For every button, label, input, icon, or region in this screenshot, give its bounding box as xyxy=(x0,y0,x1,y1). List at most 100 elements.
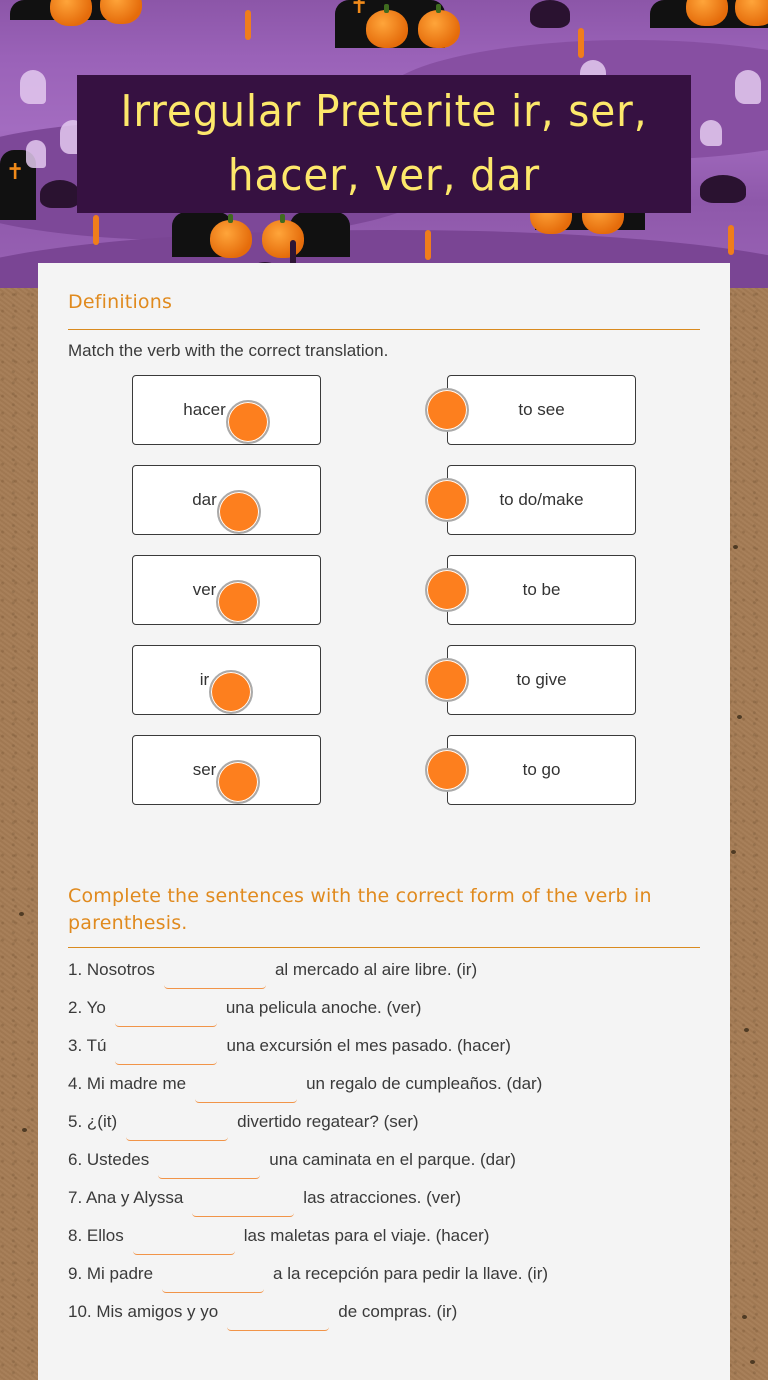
speck xyxy=(22,1128,27,1132)
sentence-prefix: 6. Ustedes xyxy=(68,1150,150,1169)
match-right-label: to go xyxy=(522,760,561,779)
sentence-suffix: una pelicula anoche. (ver) xyxy=(225,998,422,1017)
sentence-prefix: 5. ¿(it) xyxy=(68,1112,118,1131)
sentence-row: 1. Nosotros al mercado al aire libre. (i… xyxy=(68,960,477,989)
pumpkin-icon xyxy=(100,0,142,24)
zombie-hand-icon xyxy=(425,230,431,260)
zombie-hand-icon xyxy=(245,10,251,40)
speck xyxy=(731,850,736,854)
zombie-hand-icon xyxy=(728,225,734,255)
black-cat-icon xyxy=(530,0,570,28)
match-connector-dot[interactable] xyxy=(425,748,469,792)
sentence-suffix: las atracciones. (ver) xyxy=(303,1188,462,1207)
sentence-prefix: 10. Mis amigos y yo xyxy=(68,1302,219,1321)
definitions-instruction: Match the verb with the correct translat… xyxy=(68,341,389,360)
answer-blank[interactable] xyxy=(163,966,266,989)
match-right-item[interactable]: to do/make xyxy=(425,465,636,535)
match-connector-dot[interactable] xyxy=(425,478,469,522)
sentence-prefix: 4. Mi madre me xyxy=(68,1074,187,1093)
speck xyxy=(750,1360,755,1364)
speck xyxy=(742,1315,747,1319)
pumpkin-icon xyxy=(366,4,408,48)
cross-icon: ✝ xyxy=(350,0,369,19)
header-illustration: ✝ ✝ Irregular Preterite ir, ser, hacer, … xyxy=(0,0,768,288)
match-right-label: to be xyxy=(522,580,561,599)
sentence-prefix: 1. Nosotros xyxy=(68,960,155,979)
ghost-icon xyxy=(20,70,46,104)
match-left-label: ser xyxy=(192,760,217,779)
sentences-heading: Complete the sentences with the correct … xyxy=(68,885,652,934)
pumpkin-icon xyxy=(50,0,92,26)
answer-blank[interactable] xyxy=(115,1042,218,1065)
speck xyxy=(737,715,742,719)
match-left-item[interactable]: ir xyxy=(132,645,321,715)
match-left-label: ir xyxy=(199,670,210,689)
answer-blank[interactable] xyxy=(162,1270,265,1293)
match-right-item[interactable]: to be xyxy=(425,555,636,625)
match-left-label: hacer xyxy=(183,400,226,419)
sentence-prefix: 2. Yo xyxy=(68,998,106,1017)
pumpkin-icon xyxy=(210,214,252,258)
answer-blank[interactable] xyxy=(114,1004,217,1027)
answer-blank[interactable] xyxy=(126,1118,229,1141)
answer-blank[interactable] xyxy=(132,1232,235,1255)
sentence-prefix: 9. Mi padre xyxy=(68,1264,154,1283)
answer-blank[interactable] xyxy=(192,1194,295,1217)
answer-blank[interactable] xyxy=(195,1080,298,1103)
sentence-suffix: divertido regatear? (ser) xyxy=(237,1112,419,1131)
sentence-prefix: 8. Ellos xyxy=(68,1226,124,1245)
sentence-prefix: 7. Ana y Alyssa xyxy=(68,1188,184,1207)
match-left-label: ver xyxy=(192,580,217,599)
zombie-hand-icon xyxy=(93,215,99,245)
speck xyxy=(744,1028,749,1032)
match-right-item[interactable]: to go xyxy=(425,735,636,805)
match-connector-dot[interactable] xyxy=(225,400,270,444)
sentence-row: 6. Ustedes una caminata en el parque. (d… xyxy=(68,1150,516,1179)
sentence-row: 8. Ellos las maletas para el viaje. (hac… xyxy=(68,1226,490,1255)
sentence-row: 10. Mis amigos y yo de compras. (ir) xyxy=(68,1302,458,1331)
section-divider xyxy=(68,947,700,948)
match-left-item[interactable]: ser xyxy=(132,735,321,805)
sentence-prefix: 3. Tú xyxy=(68,1036,107,1055)
speck xyxy=(19,912,24,916)
match-connector-dot[interactable] xyxy=(425,568,469,612)
match-right-label: to see xyxy=(518,400,565,419)
sentence-row: 3. Tú una excursión el mes pasado. (hace… xyxy=(68,1036,511,1065)
definitions-heading: Definitions xyxy=(68,291,173,313)
match-right-label: to do/make xyxy=(499,490,584,509)
sentence-row: 9. Mi padre a la recepción para pedir la… xyxy=(68,1264,549,1293)
match-right-item[interactable]: to give xyxy=(425,645,636,715)
ghost-icon xyxy=(700,120,722,146)
match-connector-dot[interactable] xyxy=(216,490,261,534)
sentence-row: 7. Ana y Alyssa las atracciones. (ver) xyxy=(68,1188,462,1217)
match-left-item[interactable]: dar xyxy=(132,465,321,535)
sentence-suffix: a la recepción para pedir la llave. (ir) xyxy=(273,1264,549,1283)
sentence-suffix: una caminata en el parque. (dar) xyxy=(269,1150,516,1169)
pumpkin-icon xyxy=(418,4,460,48)
speck xyxy=(733,545,738,549)
match-connector-dot[interactable] xyxy=(216,760,261,804)
sentence-row: 5. ¿(it) divertido regatear? (ser) xyxy=(68,1112,419,1141)
sentence-suffix: un regalo de cumpleaños. (dar) xyxy=(306,1074,543,1093)
page-title: Irregular Preterite ir, ser, hacer, ver,… xyxy=(120,86,648,201)
match-connector-dot[interactable] xyxy=(216,580,261,624)
cross-icon: ✝ xyxy=(6,160,25,185)
match-connector-dot[interactable] xyxy=(425,388,469,432)
title-banner: Irregular Preterite ir, ser, hacer, ver,… xyxy=(77,75,691,213)
sentence-suffix: las maletas para el viaje. (hacer) xyxy=(243,1226,490,1245)
answer-blank[interactable] xyxy=(227,1308,330,1331)
sentence-suffix: de compras. (ir) xyxy=(338,1302,458,1321)
match-left-label: dar xyxy=(192,490,217,509)
match-right-label: to give xyxy=(516,670,567,689)
sentence-suffix: una excursión el mes pasado. (hacer) xyxy=(226,1036,511,1055)
zombie-hand-icon xyxy=(578,28,584,58)
black-cat-icon xyxy=(40,180,80,208)
match-left-item[interactable]: hacer xyxy=(132,375,321,445)
match-connector-dot[interactable] xyxy=(209,670,254,714)
answer-blank[interactable] xyxy=(158,1156,261,1179)
worksheet-panel: Definitions Match the verb with the corr… xyxy=(38,263,730,1380)
match-left-item[interactable]: ver xyxy=(132,555,321,625)
match-right-item[interactable]: to see xyxy=(425,375,636,445)
ghost-icon xyxy=(735,70,761,104)
match-connector-dot[interactable] xyxy=(425,658,469,702)
